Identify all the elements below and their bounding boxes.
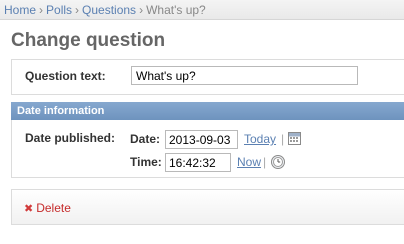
date-input[interactable]: [165, 130, 238, 149]
shortcut-separator: |: [263, 155, 267, 169]
breadcrumb: Home › Polls › Questions › What's up?: [0, 0, 404, 20]
page-title: Change question: [11, 30, 166, 51]
breadcrumb-separator: ›: [75, 3, 80, 17]
delete-link[interactable]: ✖ Delete: [24, 201, 71, 215]
time-input[interactable]: [165, 153, 231, 172]
date-published-label: Date published:: [25, 131, 116, 145]
question-text-label: Question text:: [25, 69, 106, 83]
breadcrumb-polls[interactable]: Polls: [46, 3, 72, 17]
delete-x-icon: ✖: [24, 203, 34, 215]
date-published-row: Date published: Date: Today | Time: Now …: [11, 120, 404, 178]
date-label: Date:: [130, 132, 161, 146]
calendar-icon[interactable]: [288, 132, 301, 145]
breadcrumb-current: What's up?: [146, 3, 206, 17]
question-text-row: Question text:: [11, 59, 404, 95]
today-link[interactable]: Today: [244, 132, 276, 146]
breadcrumb-home[interactable]: Home: [4, 3, 36, 17]
submit-row: ✖ Delete: [11, 189, 404, 225]
question-text-input[interactable]: [131, 66, 358, 85]
breadcrumb-separator: ›: [139, 3, 144, 17]
now-link[interactable]: Now: [237, 155, 261, 169]
breadcrumb-separator: ›: [39, 3, 44, 17]
breadcrumb-questions[interactable]: Questions: [82, 3, 136, 17]
clock-icon[interactable]: [271, 155, 285, 169]
delete-label: Delete: [36, 201, 71, 215]
shortcut-separator: |: [281, 132, 285, 146]
time-label: Time:: [130, 155, 162, 169]
date-information-header: Date information: [11, 102, 404, 120]
